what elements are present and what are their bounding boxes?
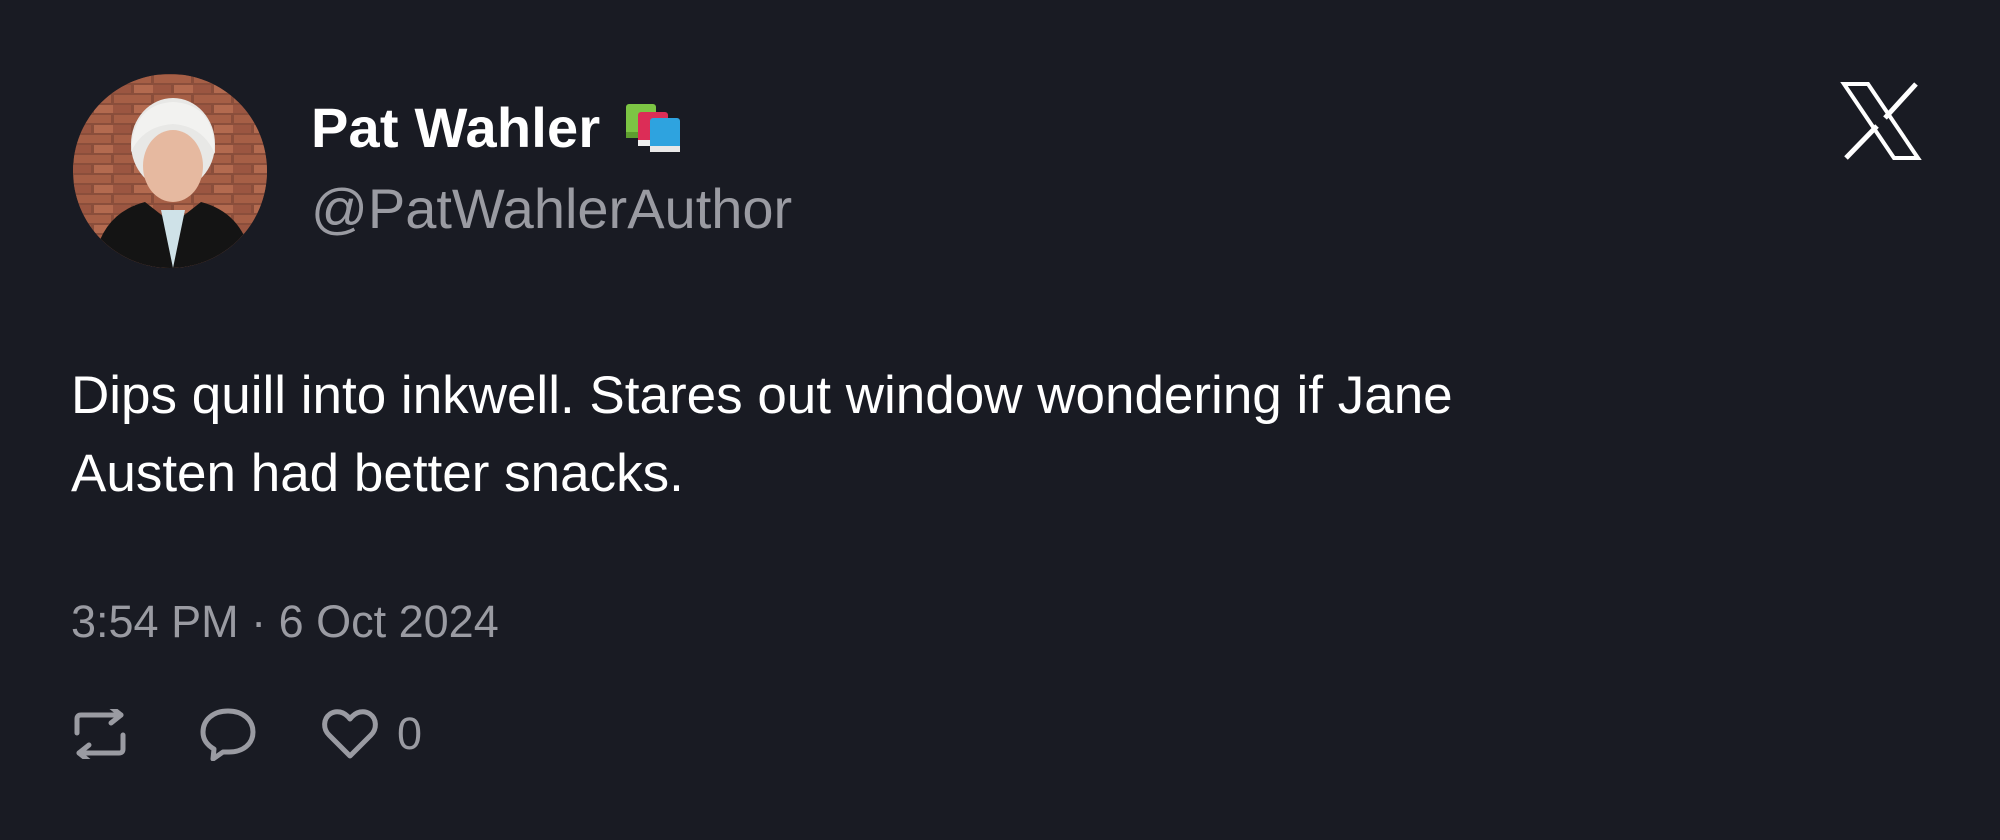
retweet-button[interactable] xyxy=(71,709,129,759)
like-count: 0 xyxy=(397,708,423,759)
author-display-name[interactable]: Pat Wahler xyxy=(311,95,600,160)
action-bar: 0 xyxy=(71,702,422,766)
retweet-icon xyxy=(74,709,126,759)
heart-icon xyxy=(322,709,378,759)
author-name-row: Pat Wahler xyxy=(311,92,684,162)
author-handle[interactable]: @PatWahlerAuthor xyxy=(311,176,792,241)
reply-button[interactable] xyxy=(199,707,257,761)
tweet-text: Dips quill into inkwell. Stares out wind… xyxy=(71,366,1453,503)
like-button[interactable]: 0 xyxy=(321,708,422,760)
avatar-photo xyxy=(73,74,267,268)
avatar[interactable] xyxy=(73,74,267,268)
tweet-timestamp[interactable]: 3:54 PM · 6 Oct 2024 xyxy=(71,596,499,648)
tweet-card: Pat Wahler @PatWahlerAuthor Dips quill i… xyxy=(0,0,2000,840)
books-icon xyxy=(622,98,684,156)
reply-icon xyxy=(200,708,256,761)
x-logo-icon[interactable] xyxy=(1838,80,1924,162)
